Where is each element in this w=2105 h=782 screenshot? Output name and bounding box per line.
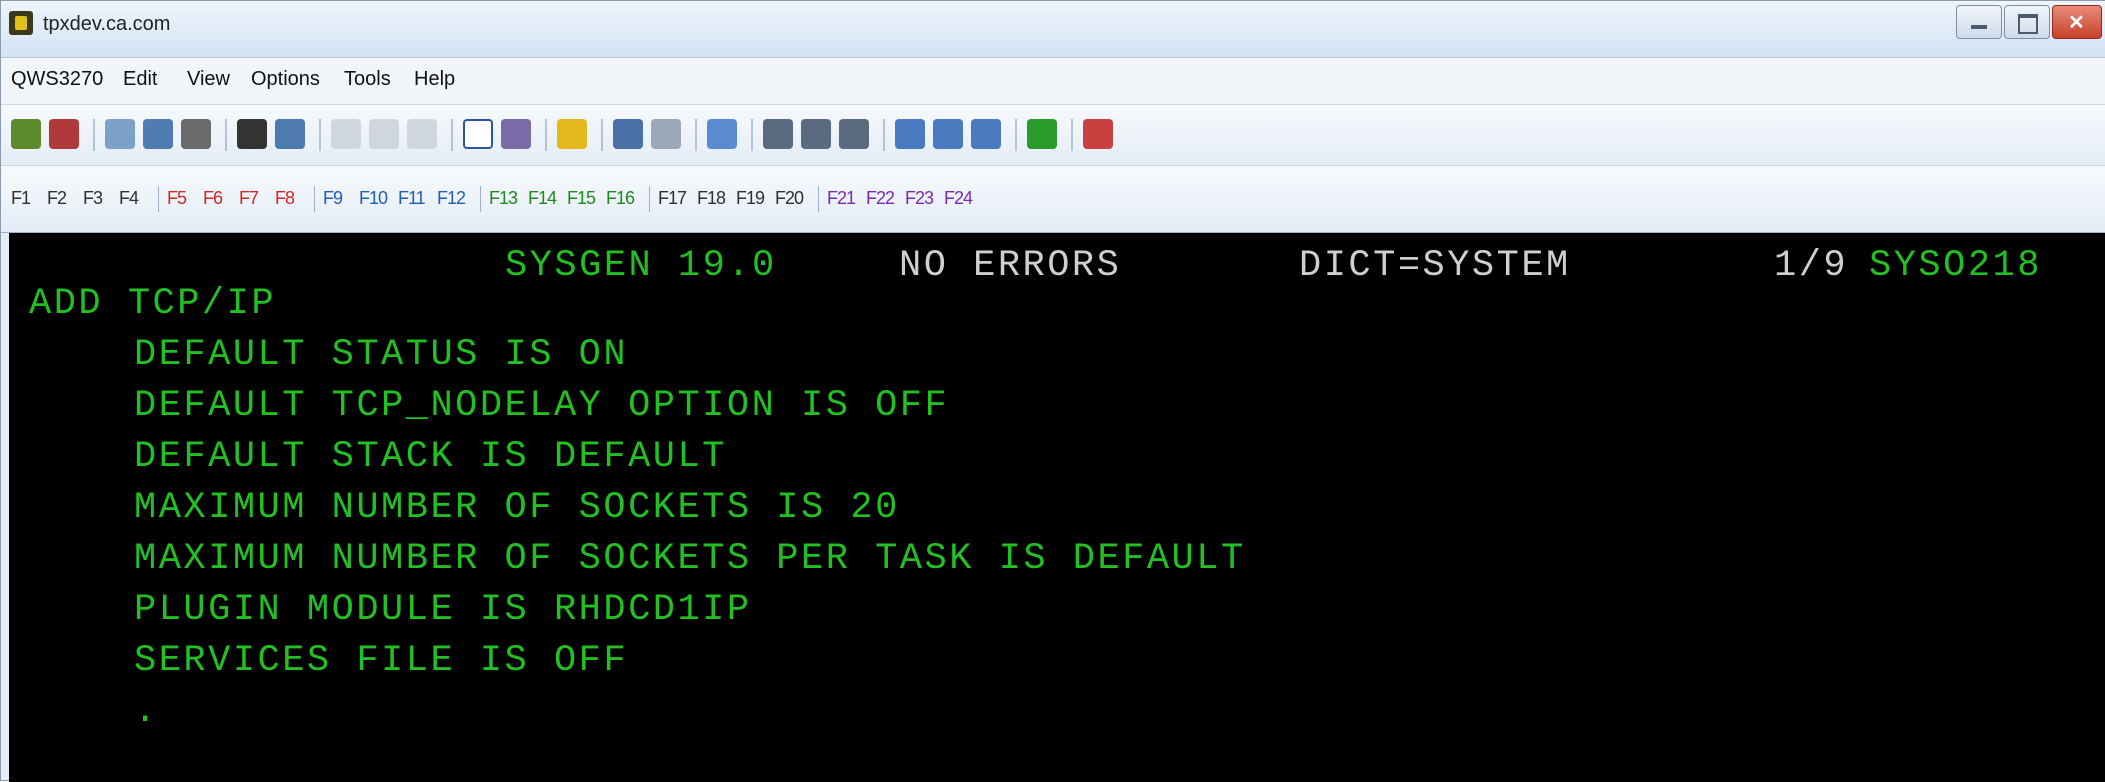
fkey-f21[interactable]: F21 <box>827 188 856 209</box>
fkey-f20[interactable]: F20 <box>775 188 804 209</box>
fkey-f13[interactable]: F13 <box>489 188 518 209</box>
minimize-button[interactable] <box>1956 5 2002 39</box>
fkey-f10[interactable]: F10 <box>359 188 388 209</box>
menu-help[interactable]: Help <box>414 68 455 91</box>
terminal-line: MAXIMUM NUMBER OF SOCKETS IS 20 <box>134 487 900 529</box>
save-icon[interactable] <box>143 119 173 149</box>
toolbar-separator <box>545 119 547 151</box>
screen-icon[interactable] <box>463 119 493 149</box>
fkey-f5[interactable]: F5 <box>167 188 187 209</box>
terminal-status: NO ERRORS <box>899 245 1122 287</box>
fkey-f22[interactable]: F22 <box>866 188 895 209</box>
tab-icon[interactable] <box>839 119 869 149</box>
fkey-f1[interactable]: F1 <box>11 188 31 209</box>
terminal-line: DEFAULT STATUS IS ON <box>134 334 629 376</box>
terminal-line: MAXIMUM NUMBER OF SOCKETS PER TASK IS DE… <box>134 538 1246 580</box>
toolbar-separator <box>93 119 95 151</box>
terminal-line: PLUGIN MODULE IS RHDCD1IP <box>134 589 752 631</box>
enter-icon[interactable] <box>763 119 793 149</box>
transfer-icon[interactable] <box>651 119 681 149</box>
terminal-dict: DICT=SYSTEM <box>1299 245 1571 287</box>
terminal-line: ADD TCP/IP <box>29 283 277 325</box>
attention-icon[interactable] <box>1083 119 1113 149</box>
macro-icon[interactable] <box>501 119 531 149</box>
fkey-f18[interactable]: F18 <box>697 188 726 209</box>
pa3-icon[interactable] <box>971 119 1001 149</box>
fkey-f2[interactable]: F2 <box>47 188 67 209</box>
toolbar-separator <box>1015 119 1017 151</box>
disconnect-icon[interactable] <box>49 119 79 149</box>
pa1-icon[interactable] <box>895 119 925 149</box>
fkey-f15[interactable]: F15 <box>567 188 596 209</box>
terminal-screen[interactable]: SYSGEN 19.0 NO ERRORS DICT=SYSTEM 1/9 SY… <box>9 233 2105 782</box>
menu-view[interactable]: View <box>187 68 230 91</box>
fkey-separator <box>649 186 650 212</box>
fkey-separator <box>480 186 481 212</box>
camera-icon[interactable] <box>237 119 267 149</box>
terminal-screen-id: SYSO218 <box>1869 245 2042 287</box>
terminal-line: SERVICES FILE IS OFF <box>134 640 629 682</box>
backtab-icon[interactable] <box>801 119 831 149</box>
toolbar-separator <box>1071 119 1073 151</box>
fkey-f7[interactable]: F7 <box>239 188 259 209</box>
menu-bar: QWS3270 Edit View Options Tools Help <box>1 58 2105 105</box>
menu-tools[interactable]: Tools <box>344 68 391 91</box>
application-window: tpxdev.ca.com QWS3270 Edit View Options … <box>0 0 2105 782</box>
toolbar-separator <box>451 119 453 151</box>
terminal-line: DEFAULT TCP_NODELAY OPTION IS OFF <box>134 385 950 427</box>
paste-icon[interactable] <box>407 119 437 149</box>
monitor-icon[interactable] <box>613 119 643 149</box>
print-icon[interactable] <box>181 119 211 149</box>
toolbar-separator <box>695 119 697 151</box>
close-button[interactable] <box>2052 5 2102 39</box>
toolbar-separator <box>225 119 227 151</box>
fkey-f8[interactable]: F8 <box>275 188 295 209</box>
fkey-f3[interactable]: F3 <box>83 188 103 209</box>
copy-icon[interactable] <box>369 119 399 149</box>
fkey-f12[interactable]: F12 <box>437 188 466 209</box>
fkey-f11[interactable]: F11 <box>398 188 426 209</box>
cut-icon[interactable] <box>331 119 361 149</box>
new-session-icon[interactable] <box>105 119 135 149</box>
terminal-line: . <box>134 691 159 733</box>
terminal-page: 1/9 <box>1774 245 1849 287</box>
pa2-icon[interactable] <box>933 119 963 149</box>
fkey-f4[interactable]: F4 <box>119 188 139 209</box>
fkey-f23[interactable]: F23 <box>905 188 934 209</box>
fkey-f9[interactable]: F9 <box>323 188 343 209</box>
toolbar-separator <box>751 119 753 151</box>
fkey-f14[interactable]: F14 <box>528 188 557 209</box>
fkey-separator <box>314 186 315 212</box>
terminal-line: DEFAULT STACK IS DEFAULT <box>134 436 727 478</box>
toolbar-separator <box>319 119 321 151</box>
connect-icon[interactable] <box>11 119 41 149</box>
refresh-icon[interactable] <box>1027 119 1057 149</box>
toolbar-separator <box>601 119 603 151</box>
maximize-button[interactable] <box>2004 5 2050 39</box>
menu-options[interactable]: Options <box>251 68 320 91</box>
function-key-bar: F1 F2 F3 F4 F5 F6 F7 F8 F9 F10 F11 F12 F… <box>1 166 2105 233</box>
capture-icon[interactable] <box>275 119 305 149</box>
warning-icon[interactable] <box>557 119 587 149</box>
fkey-separator <box>818 186 819 212</box>
toolbar-separator <box>883 119 885 151</box>
terminal-product: SYSGEN 19.0 <box>505 245 777 287</box>
fkey-f6[interactable]: F6 <box>203 188 223 209</box>
app-icon <box>9 11 33 35</box>
fkey-f16[interactable]: F16 <box>606 188 635 209</box>
fkey-f17[interactable]: F17 <box>658 188 687 209</box>
home-icon[interactable] <box>707 119 737 149</box>
window-title: tpxdev.ca.com <box>43 13 171 35</box>
fkey-f24[interactable]: F24 <box>944 188 973 209</box>
fkey-separator <box>158 186 159 212</box>
menu-edit[interactable]: Edit <box>123 68 157 91</box>
title-bar: tpxdev.ca.com <box>1 1 2105 58</box>
toolbar <box>1 105 2105 166</box>
fkey-f19[interactable]: F19 <box>736 188 765 209</box>
menu-qws3270[interactable]: QWS3270 <box>11 68 103 91</box>
